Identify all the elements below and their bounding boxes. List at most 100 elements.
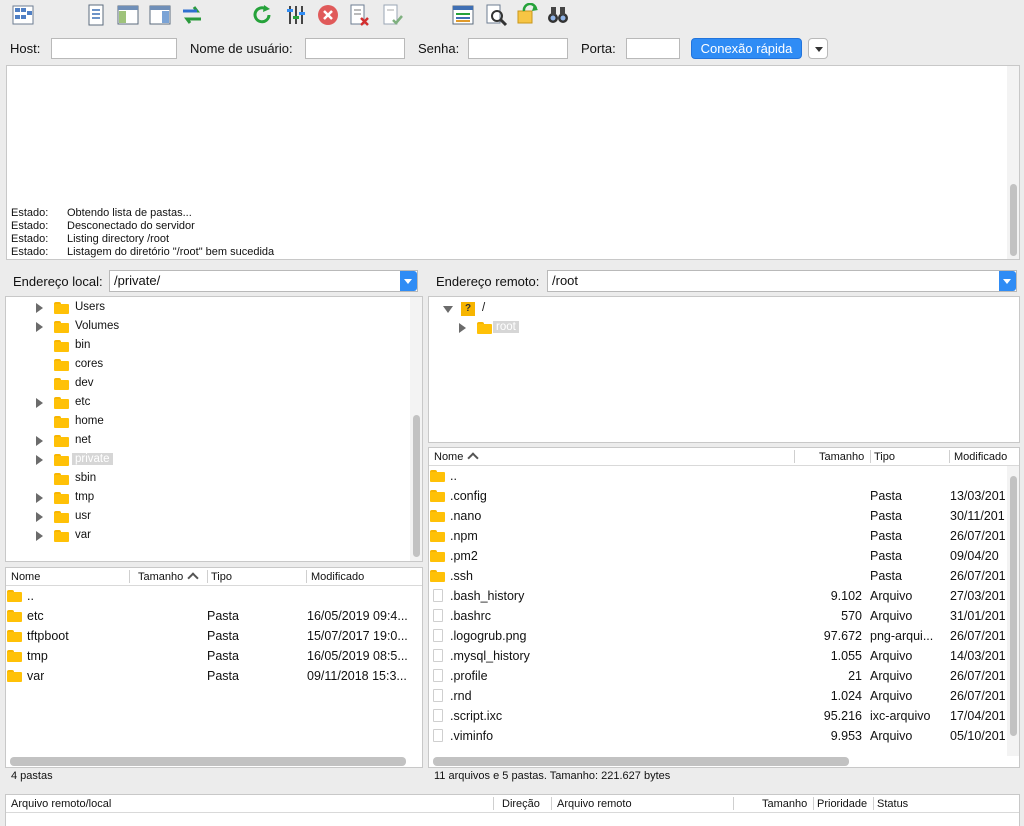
local-address-dropdown-icon[interactable] [400,271,417,291]
tree-item-bin[interactable]: bin [6,337,406,356]
expand-arrow-icon[interactable] [36,436,43,446]
transfer-queue[interactable]: Arquivo remoto/local Direção Arquivo rem… [5,794,1020,826]
remote-address-combo[interactable]: /root [547,270,1017,292]
column-modified[interactable]: Modificado [954,451,1007,463]
table-row[interactable]: .nano Pasta 30/11/201 [429,506,1007,526]
local-directory-tree[interactable]: Users Volumes bin cores dev etc home net… [5,296,423,562]
expand-arrow-icon[interactable] [36,512,43,522]
table-row[interactable]: .rnd 1.024 Arquivo 26/07/201 [429,686,1007,706]
remote-address-dropdown-icon[interactable] [999,271,1016,291]
expand-arrow-icon[interactable] [36,531,43,541]
refresh-icon[interactable] [250,3,274,27]
table-row[interactable]: .logogrub.png 97.672 png-arqui... 26/07/201 [429,626,1007,646]
username-input[interactable] [305,38,405,59]
table-row[interactable]: .viminfo 9.953 Arquivo 05/10/201 [429,726,1007,746]
table-row[interactable]: tftpboot Pasta 15/07/2017 19:0... [6,626,422,646]
table-row[interactable]: .profile 21 Arquivo 26/07/201 [429,666,1007,686]
table-row[interactable]: var Pasta 09/11/2018 15:3... [6,666,422,686]
tree-item-etc[interactable]: etc [6,394,406,413]
column-priority[interactable]: Prioridade [817,798,867,810]
remote-tree-icon[interactable] [148,3,172,27]
remote-list-vscrollbar[interactable] [1007,466,1019,756]
column-remote-file[interactable]: Arquivo remoto [557,798,632,810]
tree-item-root-dir[interactable]: ? / [429,300,1009,319]
search-icon[interactable] [546,3,570,27]
file-icon [433,649,443,662]
port-input[interactable] [626,38,680,59]
expand-arrow-icon[interactable] [36,398,43,408]
password-input[interactable] [468,38,568,59]
table-row[interactable]: .mysql_history 1.055 Arquivo 14/03/201 [429,646,1007,666]
quickconnect-button[interactable]: Conexão rápida [691,38,802,59]
remote-list-hscrollbar[interactable] [433,757,849,766]
compare-icon[interactable] [484,3,508,27]
expand-arrow-icon[interactable] [459,323,466,333]
expand-arrow-icon[interactable] [36,493,43,503]
table-row[interactable]: .config Pasta 13/03/201 [429,486,1007,506]
tree-item-sbin[interactable]: sbin [6,470,406,489]
table-row[interactable]: .. [429,466,1007,486]
table-row[interactable]: .. [6,586,422,606]
local-list-hscrollbar[interactable] [10,757,406,766]
column-size[interactable]: Tamanho [819,451,864,463]
tree-item-var[interactable]: var [6,527,406,546]
tree-item-net[interactable]: net [6,432,406,451]
process-queue-icon[interactable] [284,3,308,27]
remote-file-list[interactable]: Nome Tamanho Tipo Modificado .. .config Pa… [428,447,1020,768]
column-modified[interactable]: Modificado [311,571,364,583]
directory-listing-filter-icon[interactable] [451,3,475,27]
message-log-icon[interactable] [84,3,108,27]
log-scrollbar[interactable] [1007,66,1019,259]
column-type[interactable]: Tipo [211,571,232,583]
quickconnect-history-dropdown[interactable] [808,38,828,59]
table-row[interactable]: .bashrc 570 Arquivo 31/01/201 [429,606,1007,626]
expand-arrow-icon[interactable] [36,455,43,465]
remote-list-vscrollbar-thumb[interactable] [1010,476,1017,736]
table-row[interactable]: .script.ixc 95.216 ixc-arquivo 17/04/201 [429,706,1007,726]
column-size[interactable]: Tamanho [138,571,199,584]
tree-item-dev[interactable]: dev [6,375,406,394]
reconnect-icon[interactable] [380,3,404,27]
site-manager-icon[interactable] [11,3,35,27]
cancel-icon[interactable] [316,3,340,27]
log-scrollbar-thumb[interactable] [1010,184,1017,256]
column-direction[interactable]: Direção [502,798,540,810]
remote-directory-tree[interactable]: ? / root [428,296,1020,443]
transfer-queue-icon[interactable] [180,3,204,27]
expand-arrow-icon[interactable] [36,322,43,332]
local-status: 4 pastas [11,770,53,782]
tree-item-home[interactable]: home [6,413,406,432]
column-status[interactable]: Status [877,798,908,810]
local-address-combo[interactable]: /private/ [109,270,418,292]
message-log[interactable]: Estado: Obtendo lista de pastas... Estado… [6,65,1020,260]
table-row[interactable]: etc Pasta 16/05/2019 09:4... [6,606,422,626]
tree-item-volumes[interactable]: Volumes [6,318,406,337]
table-row[interactable]: .bash_history 9.102 Arquivo 27/03/201 [429,586,1007,606]
column-file[interactable]: Arquivo remoto/local [11,798,111,810]
column-name[interactable]: Nome [434,451,480,464]
column-name[interactable]: Nome [11,571,40,583]
tree-item-tmp[interactable]: tmp [6,489,406,508]
local-file-list[interactable]: Nome Tamanho Tipo Modificado .. etc Past… [5,567,423,768]
cell-modified: 05/10/201 [950,729,1006,743]
tree-item-cores[interactable]: cores [6,356,406,375]
expand-arrow-icon[interactable] [36,303,43,313]
tree-item-users[interactable]: Users [6,299,406,318]
table-row[interactable]: tmp Pasta 16/05/2019 08:5... [6,646,422,666]
tree-item-root[interactable]: root [429,319,1009,338]
table-row[interactable]: .pm2 Pasta 09/04/20 [429,546,1007,566]
column-size[interactable]: Tamanho [762,798,807,810]
tree-item-usr[interactable]: usr [6,508,406,527]
table-row[interactable]: .npm Pasta 26/07/201 [429,526,1007,546]
table-row[interactable]: .ssh Pasta 26/07/201 [429,566,1007,586]
collapse-arrow-icon[interactable] [443,306,453,313]
local-tree-scrollbar-thumb[interactable] [413,415,420,557]
host-input[interactable] [51,38,177,59]
sync-browse-icon[interactable] [516,3,540,27]
disconnect-icon[interactable] [347,3,371,27]
local-tree-icon[interactable] [116,3,140,27]
local-tree-scrollbar[interactable] [410,297,422,561]
column-type[interactable]: Tipo [874,451,895,463]
folder-icon [477,322,492,334]
tree-item-private[interactable]: private [6,451,406,470]
